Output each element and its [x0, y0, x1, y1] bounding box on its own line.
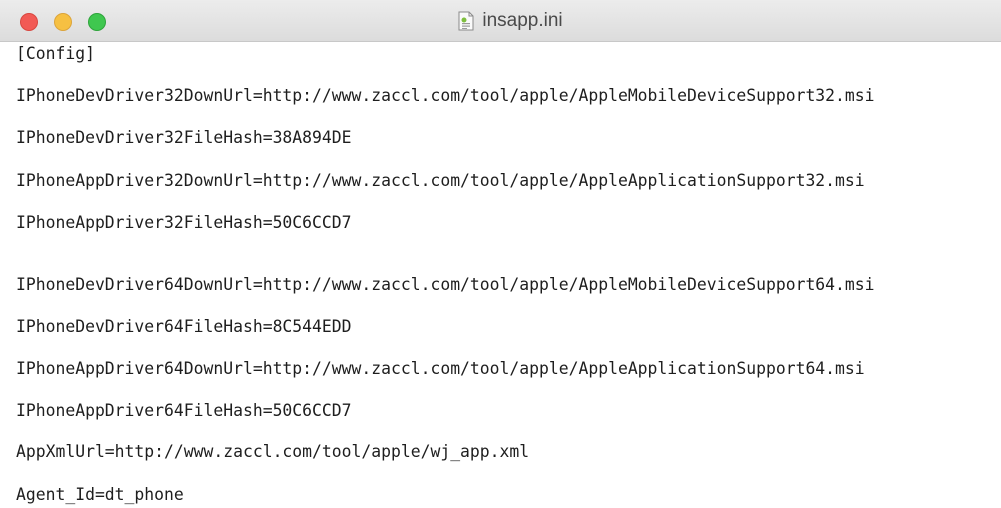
config-line[interactable]: IPhoneDevDriver32FileHash=38A894DE	[16, 128, 352, 148]
text-document-icon	[458, 11, 474, 31]
config-line[interactable]: AppXmlUrl=http://www.zaccl.com/tool/appl…	[16, 442, 529, 462]
text-editor-window: insapp.ini [Config] IPhoneDevDriver32Dow…	[0, 0, 1001, 508]
window-title: insapp.ini	[482, 10, 563, 31]
config-line[interactable]: IPhoneAppDriver32FileHash=50C6CCD7	[16, 213, 352, 233]
config-line[interactable]: IPhoneDevDriver64FileHash=8C544EDD	[16, 317, 352, 337]
config-line[interactable]: [Config]	[16, 44, 95, 64]
title-bar[interactable]: insapp.ini	[0, 0, 1001, 42]
title-container: insapp.ini	[0, 0, 1001, 42]
config-line[interactable]: IPhoneAppDriver64FileHash=50C6CCD7	[16, 401, 352, 421]
config-line[interactable]: IPhoneDevDriver32DownUrl=http://www.zacc…	[16, 86, 875, 106]
config-line[interactable]: Agent_Id=dt_phone	[16, 485, 184, 505]
config-line[interactable]: IPhoneDevDriver64DownUrl=http://www.zacc…	[16, 275, 875, 295]
config-line[interactable]: IPhoneAppDriver64DownUrl=http://www.zacc…	[16, 359, 865, 379]
config-line[interactable]: IPhoneAppDriver32DownUrl=http://www.zacc…	[16, 171, 865, 191]
document-text-area[interactable]: [Config] IPhoneDevDriver32DownUrl=http:/…	[0, 42, 1001, 508]
